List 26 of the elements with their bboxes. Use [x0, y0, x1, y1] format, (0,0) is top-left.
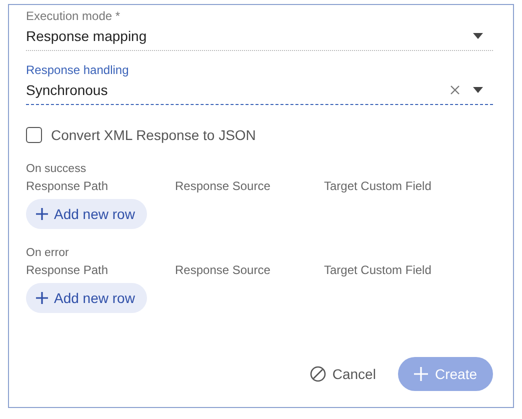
field-label: Execution mode *	[26, 9, 122, 23]
column-header: Target Custom Field	[324, 263, 432, 277]
dropdown-caret-icon	[473, 87, 483, 93]
column-header: Response Path	[26, 179, 110, 193]
field-value: Synchronous	[26, 82, 108, 98]
select-field[interactable]: Response mapping	[26, 23, 493, 51]
field-label: Response handling	[26, 63, 130, 77]
plus-icon	[36, 208, 48, 220]
column-header: Response Source	[175, 263, 272, 277]
checkbox[interactable]	[26, 127, 42, 143]
column-header: Response Path	[26, 263, 110, 277]
checkbox-label: Convert XML Response to JSON	[51, 127, 256, 143]
cancel-icon	[310, 366, 326, 382]
section-title: On success	[26, 163, 86, 175]
column-header: Target Custom Field	[324, 179, 432, 193]
dropdown-caret-icon	[473, 33, 483, 39]
clear-icon	[450, 85, 460, 95]
add-row-button[interactable]: Add new row	[26, 283, 147, 313]
cancel-button[interactable]: Cancel	[306, 362, 380, 386]
field-value: Response mapping	[26, 28, 147, 44]
plus-icon	[414, 367, 428, 381]
plus-icon	[36, 292, 48, 304]
add-row-button[interactable]: Add new row	[26, 199, 147, 229]
select-field[interactable]: Synchronous	[26, 77, 493, 105]
section-title: On error	[26, 247, 69, 259]
column-header: Response Source	[175, 179, 272, 193]
